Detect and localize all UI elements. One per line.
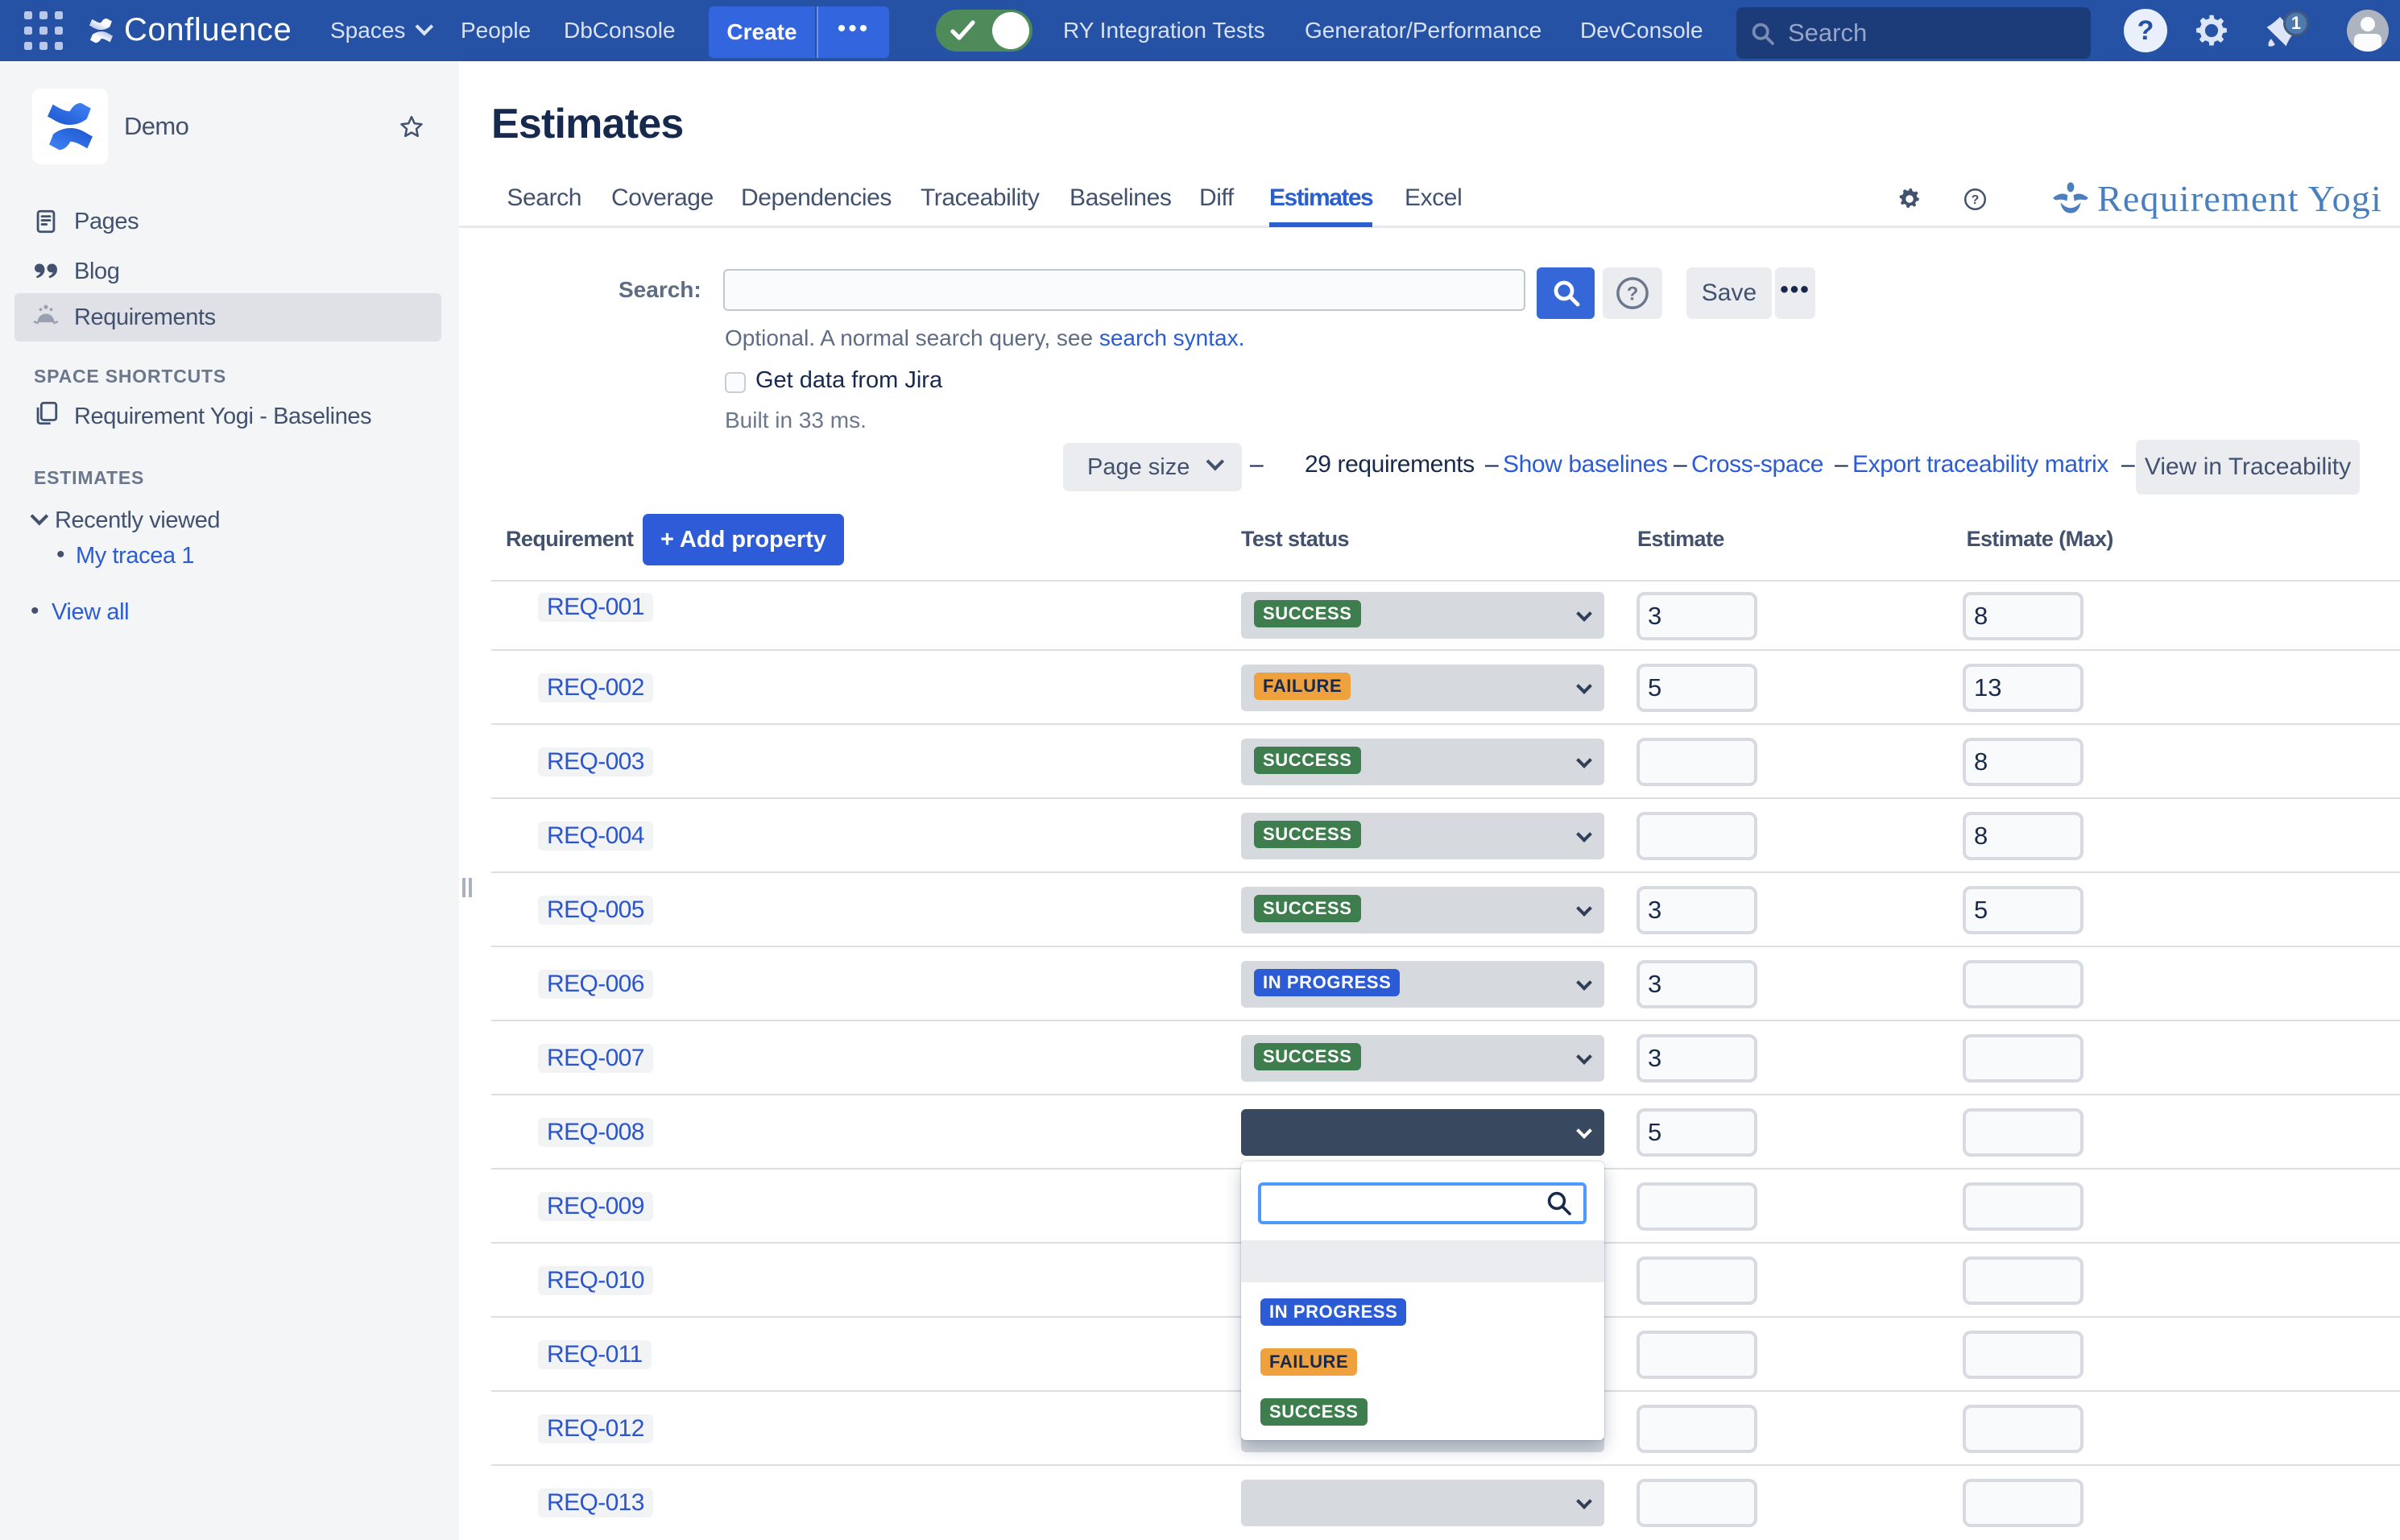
svg-text:?: ? bbox=[1972, 193, 1980, 207]
svg-text:?: ? bbox=[1627, 284, 1639, 305]
